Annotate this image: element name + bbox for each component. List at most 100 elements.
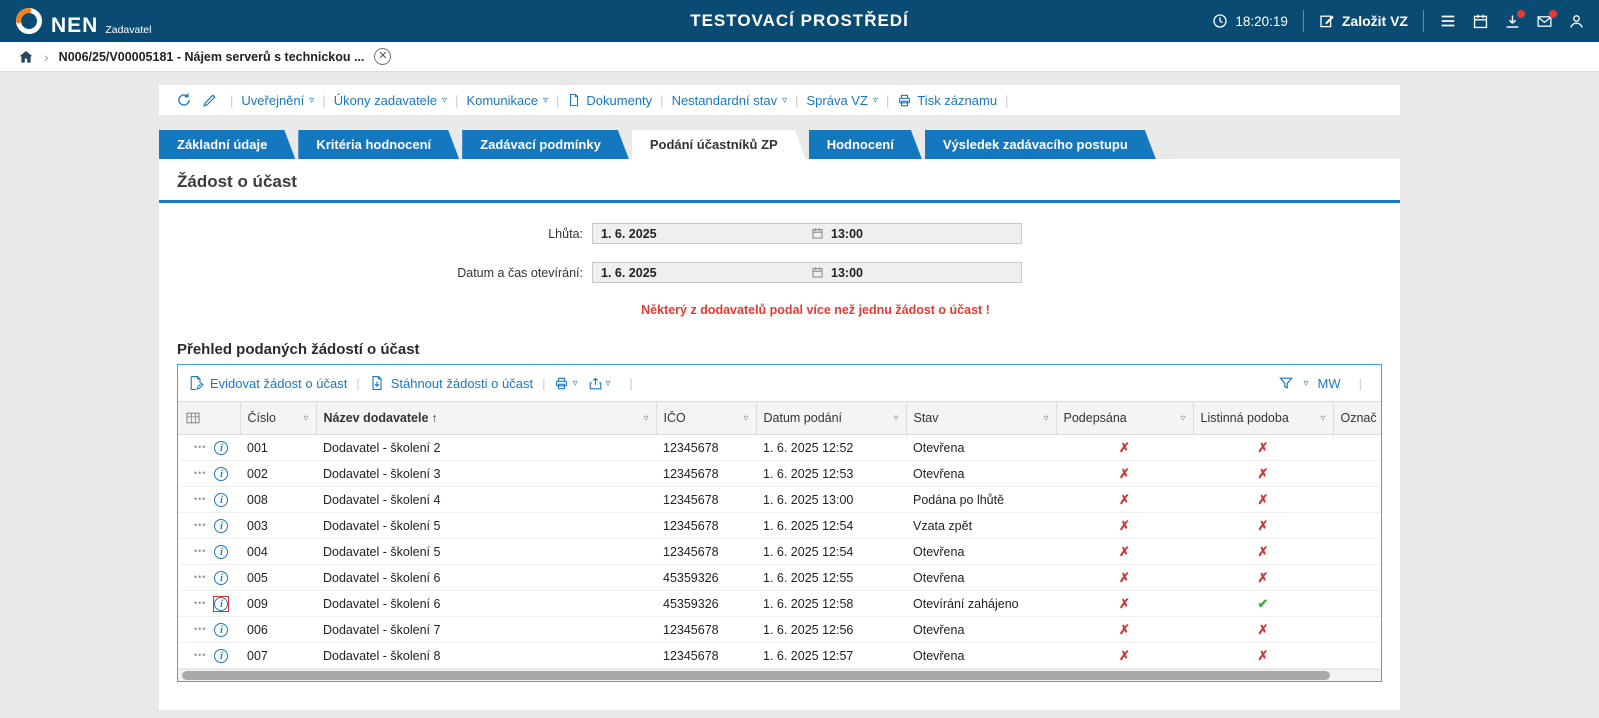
create-vz-button[interactable]: Založit VZ xyxy=(1319,13,1408,29)
menu-komunikace[interactable]: Komunikace ▿ xyxy=(466,93,548,108)
cell-ico: 45359326 xyxy=(656,564,756,591)
calendar-icon[interactable] xyxy=(1472,13,1489,30)
column-settings-header[interactable] xyxy=(178,401,241,435)
column-settings-icon[interactable] xyxy=(185,410,233,426)
cell-datum-podani: 1. 6. 2025 12:52 xyxy=(756,434,906,461)
brand[interactable]: NEN Zadavatel xyxy=(14,6,151,36)
table-row[interactable]: ••• i 001 Dodavatel - školení 2 12345678… xyxy=(178,434,1381,461)
tab-hodnoceni[interactable]: Hodnocení xyxy=(809,130,922,159)
table-row[interactable]: ••• i 004 Dodavatel - školení 5 12345678… xyxy=(178,538,1381,565)
column-header-stav[interactable]: Stav ▿ xyxy=(906,401,1057,435)
mw-toggle[interactable]: MW xyxy=(1318,376,1341,391)
menu-uverejneni[interactable]: Uveřejnění ▿ xyxy=(241,93,314,108)
column-header-oznac[interactable]: Označ xyxy=(1333,401,1381,435)
table-row[interactable]: ••• i 009 Dodavatel - školení 6 45359326… xyxy=(178,590,1381,617)
field-label: Lhůta: xyxy=(548,226,583,241)
info-icon[interactable]: i xyxy=(213,466,229,482)
tab-zadavaci-podminky[interactable]: Zadávací podmínky xyxy=(462,130,629,159)
table-row[interactable]: ••• i 008 Dodavatel - školení 4 12345678… xyxy=(178,486,1381,513)
download-icon[interactable] xyxy=(1504,9,1525,30)
paper-form-mark: ✗ xyxy=(1257,491,1269,507)
tab-vysledek-zadavaciho-postupu[interactable]: Výsledek zadávacího postupu xyxy=(925,130,1156,159)
cell-ico: 45359326 xyxy=(656,590,756,617)
horizontal-scrollbar[interactable] xyxy=(178,669,1381,681)
column-header-datum[interactable]: Datum podání ▿ xyxy=(756,401,907,435)
table-clip: Číslo ▿ Název dodavatele ↑ ▿ IČO ▿ Datum pod… xyxy=(178,401,1381,669)
row-menu-icon[interactable]: ••• xyxy=(194,651,206,660)
row-menu-icon[interactable]: ••• xyxy=(194,625,206,634)
calendar-icon[interactable] xyxy=(811,227,824,240)
scrollbar-thumb[interactable] xyxy=(182,671,1330,680)
filter-caret-icon[interactable]: ▿ xyxy=(1320,413,1325,424)
menu-tisk-zaznamu[interactable]: Tisk záznamu xyxy=(897,93,997,108)
table-row[interactable]: ••• i 002 Dodavatel - školení 3 12345678… xyxy=(178,460,1381,487)
row-menu-icon[interactable]: ••• xyxy=(194,495,206,504)
tab-podani-ucastniku-zp[interactable]: Podání účastníků ZP xyxy=(632,130,806,159)
lhuta-date-value[interactable]: 1. 6. 2025 xyxy=(593,227,811,241)
user-icon[interactable] xyxy=(1568,13,1585,30)
refresh-icon[interactable] xyxy=(176,92,192,108)
row-menu-icon[interactable]: ••• xyxy=(194,521,206,530)
paper-form-mark: ✗ xyxy=(1257,621,1269,637)
row-menu-icon[interactable]: ••• xyxy=(194,443,206,452)
table-row[interactable]: ••• i 007 Dodavatel - školení 8 12345678… xyxy=(178,642,1381,669)
row-menu-icon[interactable]: ••• xyxy=(194,547,206,556)
table-row[interactable]: ••• i 005 Dodavatel - školení 6 45359326… xyxy=(178,564,1381,591)
cell-oznac xyxy=(1333,590,1381,617)
filter-caret-icon[interactable]: ▿ xyxy=(743,413,748,424)
tab-zakladni-udaje[interactable]: Základní údaje xyxy=(159,130,295,159)
paper-form-mark: ✗ xyxy=(1257,465,1269,481)
lhuta-field[interactable]: 1. 6. 2025 13:00 xyxy=(592,223,1022,244)
filter-icon[interactable] xyxy=(1278,375,1294,391)
tabs-row: Základní údaje Kritéria hodnocení Zadáva… xyxy=(159,130,1400,159)
home-icon[interactable] xyxy=(18,49,34,65)
cell-oznac xyxy=(1333,616,1381,643)
tab-kriteria-hodnoceni[interactable]: Kritéria hodnocení xyxy=(298,130,459,159)
lhuta-time-value[interactable]: 13:00 xyxy=(831,227,863,241)
info-icon[interactable]: i xyxy=(213,595,230,612)
filter-caret-icon[interactable]: ▿ xyxy=(1043,413,1048,424)
info-icon[interactable]: i xyxy=(213,648,229,664)
oteviranie-field[interactable]: 1. 6. 2025 13:00 xyxy=(592,262,1022,283)
column-header-cislo[interactable]: Číslo ▿ xyxy=(240,401,317,435)
menu-ukony-zadavatele[interactable]: Úkony zadavatele ▿ xyxy=(334,93,447,108)
info-icon[interactable]: i xyxy=(213,518,229,534)
filter-caret-icon[interactable]: ▿ xyxy=(303,413,308,424)
export-grid-button[interactable]: ▿ xyxy=(588,376,611,391)
menu-icon[interactable] xyxy=(1439,12,1457,30)
cell-datum-podani: 1. 6. 2025 12:56 xyxy=(756,616,906,643)
evidovat-zadost-button[interactable]: Evidovat žádost o účast xyxy=(188,375,347,391)
row-menu-icon[interactable]: ••• xyxy=(194,599,206,608)
filter-caret-icon[interactable]: ▿ xyxy=(893,413,898,424)
print-grid-button[interactable]: ▿ xyxy=(554,376,578,391)
column-header-listinna[interactable]: Listinná podoba ▿ xyxy=(1193,401,1334,435)
edit-record-icon[interactable] xyxy=(202,93,217,108)
oteviranie-date-value[interactable]: 1. 6. 2025 xyxy=(593,266,811,280)
row-menu-icon[interactable]: ••• xyxy=(194,573,206,582)
table-row[interactable]: ••• i 003 Dodavatel - školení 5 12345678… xyxy=(178,512,1381,539)
mail-icon[interactable] xyxy=(1536,9,1557,30)
column-header-podepsana[interactable]: Podepsána ▿ xyxy=(1056,401,1194,435)
calendar-icon[interactable] xyxy=(811,266,824,279)
info-icon[interactable]: i xyxy=(213,622,229,638)
menu-sprava-vz[interactable]: Správa VZ ▿ xyxy=(807,93,878,108)
breadcrumb-record[interactable]: N006/25/V00005181 - Nájem serverů s tech… xyxy=(59,50,365,64)
info-icon[interactable]: i xyxy=(213,544,229,560)
oteviranie-time-value[interactable]: 13:00 xyxy=(831,266,863,280)
cell-nazev-dodavatele: Dodavatel - školení 4 xyxy=(316,486,656,513)
menu-nestandardni-stav[interactable]: Nestandardní stav ▿ xyxy=(672,93,788,108)
chevron-down-icon[interactable]: ▿ xyxy=(1303,378,1308,389)
info-icon[interactable]: i xyxy=(213,440,229,456)
column-header-ico[interactable]: IČO ▿ xyxy=(656,401,757,435)
filter-caret-icon[interactable]: ▿ xyxy=(643,413,648,424)
info-icon[interactable]: i xyxy=(213,570,229,586)
info-icon[interactable]: i xyxy=(213,492,229,508)
close-record-icon[interactable]: ✕ xyxy=(374,48,392,65)
column-header-nazev[interactable]: Název dodavatele ↑ ▿ xyxy=(316,401,657,435)
row-menu-icon[interactable]: ••• xyxy=(194,469,206,478)
document-download-icon xyxy=(369,375,385,391)
table-row[interactable]: ••• i 006 Dodavatel - školení 7 12345678… xyxy=(178,616,1381,643)
stahnout-zadosti-button[interactable]: Stáhnout žádosti o účast xyxy=(369,375,533,391)
filter-caret-icon[interactable]: ▿ xyxy=(1180,413,1185,424)
menu-dokumenty[interactable]: Dokumenty xyxy=(567,93,652,108)
